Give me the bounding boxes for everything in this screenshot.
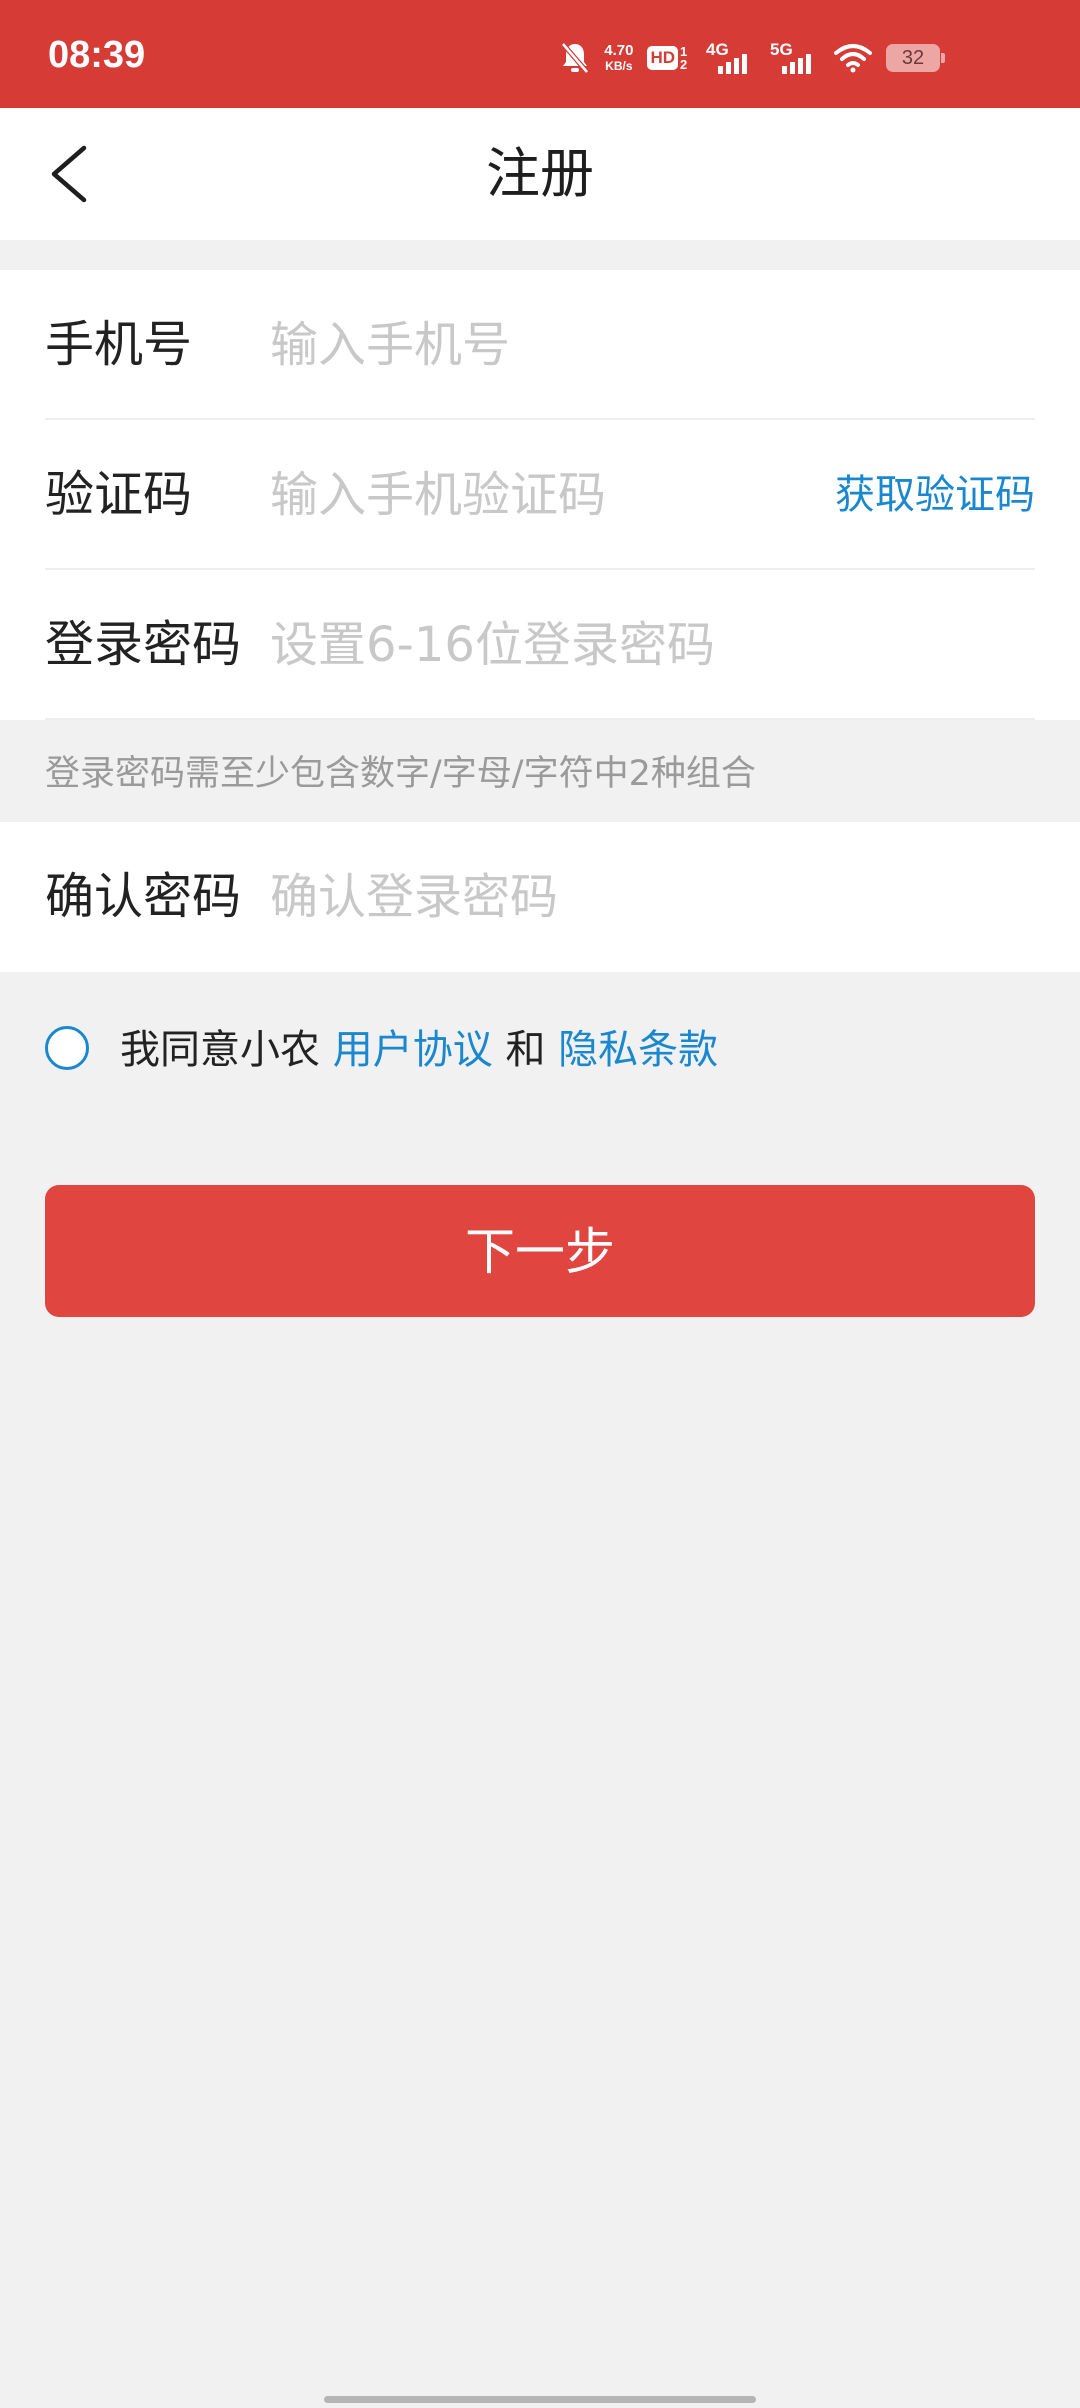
- form-section-main: 手机号 验证码 获取验证码 登录密码: [0, 270, 1080, 720]
- agreement-conjunction: 和: [505, 1027, 546, 1073]
- agreement-checkbox[interactable]: [45, 1026, 89, 1070]
- nav-bar: 注册: [0, 108, 1080, 240]
- phone-row: 手机号: [0, 270, 1080, 420]
- code-input[interactable]: [270, 420, 790, 570]
- agreement-prefix: 我同意小农: [120, 1027, 320, 1073]
- status-time: 08:39: [48, 34, 146, 76]
- agreement-row: 我同意小农 用户协议 和 隐私条款: [0, 1010, 1080, 1090]
- phone-input[interactable]: [270, 270, 790, 420]
- password-hint: 登录密码需至少包含数字/字母/字符中2种组合: [45, 754, 756, 794]
- network-speed: 4.70 KB/s: [604, 43, 633, 74]
- password-input[interactable]: [270, 570, 790, 720]
- agreement-text: 我同意小农 用户协议 和 隐私条款: [120, 1010, 718, 1090]
- hd-indicator: HD 1 2: [647, 45, 692, 71]
- code-label: 验证码: [45, 466, 193, 523]
- confirm-row: 确认密码: [0, 822, 1080, 972]
- home-indicator[interactable]: [324, 2396, 756, 2403]
- get-code-button[interactable]: 获取验证码: [835, 420, 1035, 570]
- battery-icon: 32: [886, 44, 945, 72]
- wifi-icon: [834, 43, 872, 73]
- password-row: 登录密码: [0, 570, 1080, 720]
- hd-badge: HD: [647, 46, 678, 70]
- mute-bell-icon: [560, 41, 590, 75]
- status-bar: 08:39 4.70 KB/s HD 1 2 4G 5G 32: [0, 0, 1080, 108]
- next-button[interactable]: 下一步: [45, 1185, 1035, 1317]
- password-label: 登录密码: [45, 616, 242, 673]
- status-icons: 4.70 KB/s HD 1 2 4G 5G 32: [560, 40, 945, 76]
- code-row: 验证码 获取验证码: [0, 420, 1080, 570]
- privacy-link[interactable]: 隐私条款: [558, 1027, 718, 1073]
- signal-4g-icon: 4G: [706, 40, 756, 76]
- phone-label: 手机号: [45, 316, 193, 373]
- user-agreement-link[interactable]: 用户协议: [333, 1027, 493, 1073]
- confirm-input[interactable]: [270, 822, 790, 972]
- hd-sub: 1 2: [680, 44, 688, 72]
- signal-5g-icon: 5G: [770, 40, 820, 76]
- confirm-label: 确认密码: [45, 868, 242, 925]
- divider: [45, 718, 1035, 720]
- net-speed-unit: KB/s: [605, 58, 633, 73]
- net-speed-value: 4.70: [604, 41, 634, 59]
- form-section-confirm: 确认密码: [0, 822, 1080, 972]
- page-title: 注册: [486, 142, 594, 205]
